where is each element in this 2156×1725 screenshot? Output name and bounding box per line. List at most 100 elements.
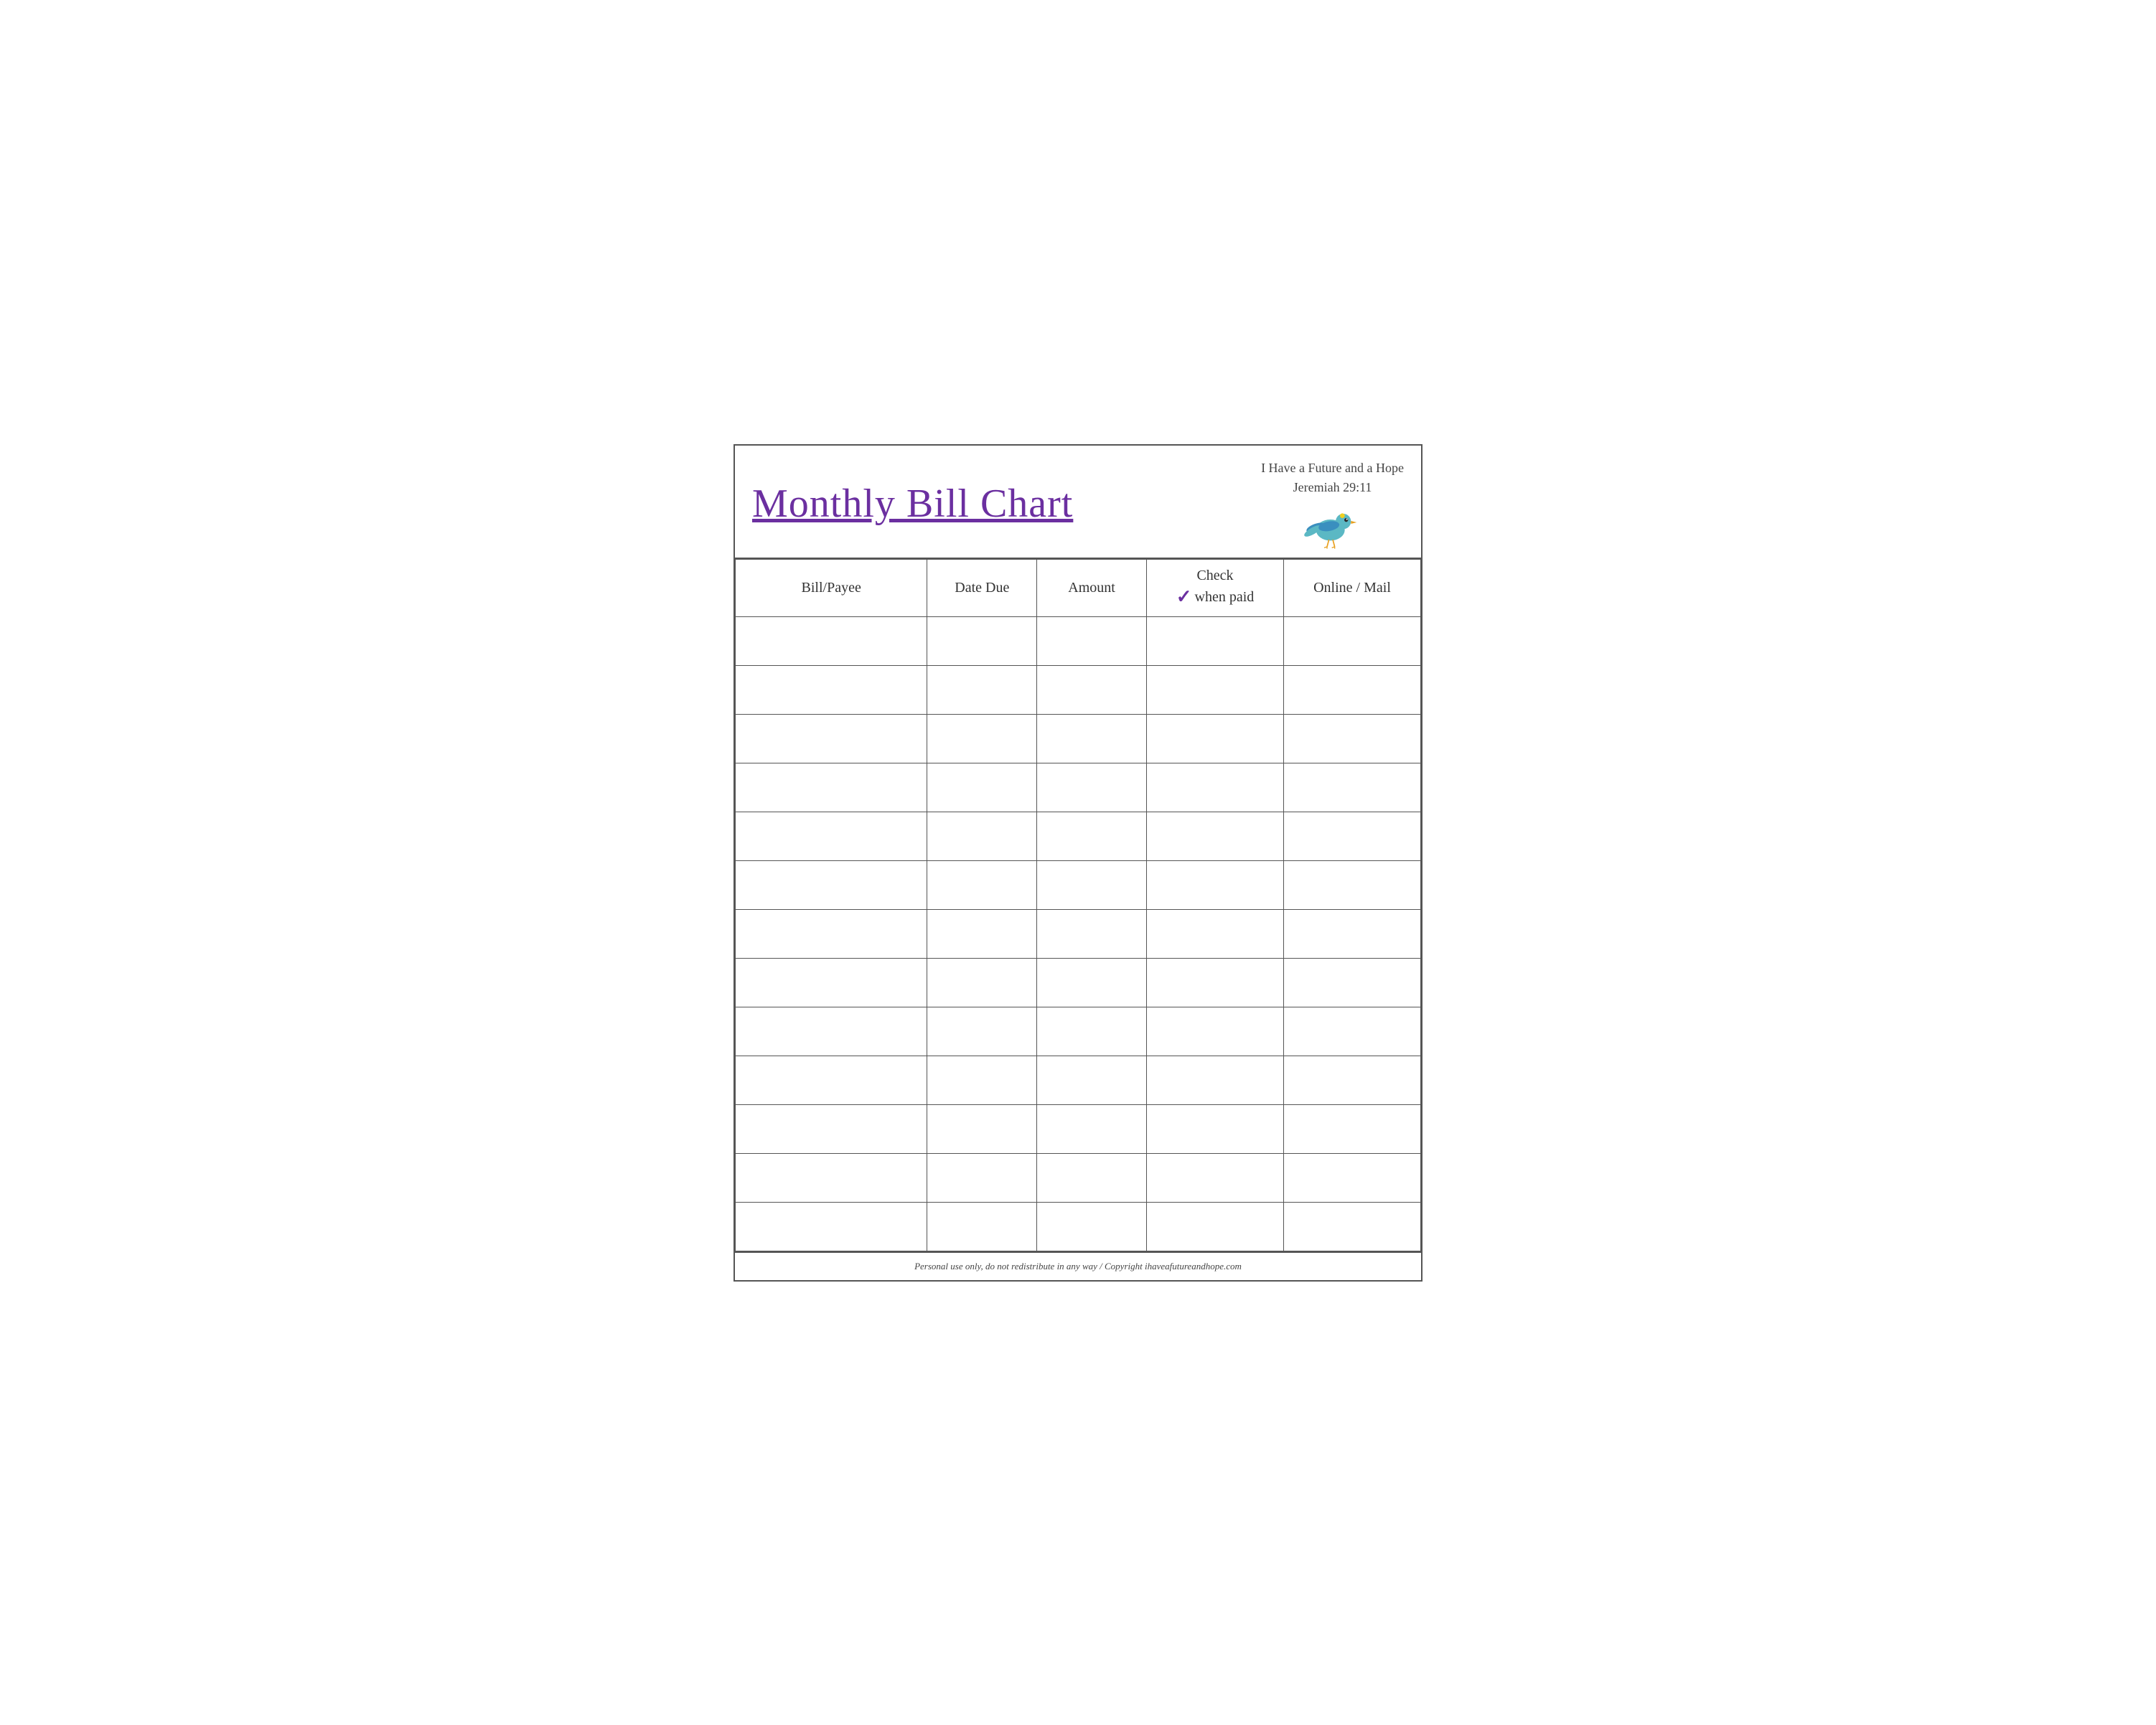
bird-container xyxy=(1304,500,1361,550)
table-cell xyxy=(1283,958,1420,1007)
table-cell xyxy=(736,1056,927,1104)
table-cell xyxy=(736,1007,927,1056)
table-cell xyxy=(1037,763,1147,812)
table-row xyxy=(736,763,1421,812)
table-cell xyxy=(927,860,1037,909)
check-label-bottom: when paid xyxy=(1195,588,1255,606)
scripture-text: I Have a Future and a Hope Jeremiah 29:1… xyxy=(1261,459,1404,497)
table-cell xyxy=(1283,1153,1420,1202)
table-cell xyxy=(1146,860,1283,909)
table-cell xyxy=(927,714,1037,763)
col-header-check: Check ✓ when paid xyxy=(1146,559,1283,616)
right-header: I Have a Future and a Hope Jeremiah 29:1… xyxy=(1261,459,1404,550)
table-cell xyxy=(736,909,927,958)
table-row xyxy=(736,812,1421,860)
page: Monthly Bill Chart I Have a Future and a… xyxy=(733,444,1423,1282)
table-cell xyxy=(927,812,1037,860)
table-row xyxy=(736,1202,1421,1251)
table-cell xyxy=(736,958,927,1007)
table-cell xyxy=(927,958,1037,1007)
table-cell xyxy=(736,860,927,909)
table-cell xyxy=(736,812,927,860)
table-cell xyxy=(1146,763,1283,812)
check-header-content: Check ✓ when paid xyxy=(1147,566,1283,609)
table-cell xyxy=(1037,1202,1147,1251)
table-row xyxy=(736,1153,1421,1202)
table-cell xyxy=(927,665,1037,714)
table-cell xyxy=(1037,1056,1147,1104)
table-cell xyxy=(1146,1104,1283,1153)
table-cell xyxy=(736,616,927,665)
main-title: Monthly Bill Chart xyxy=(752,482,1073,527)
table-cell xyxy=(927,1104,1037,1153)
table-wrapper: Bill/Payee Date Due Amount Check ✓ w xyxy=(735,559,1421,1251)
table-cell xyxy=(927,1007,1037,1056)
table-cell xyxy=(927,1056,1037,1104)
col-header-amount: Amount xyxy=(1037,559,1147,616)
table-row xyxy=(736,714,1421,763)
table-cell xyxy=(1037,1104,1147,1153)
table-cell xyxy=(1037,1007,1147,1056)
table-cell xyxy=(1283,909,1420,958)
table-cell xyxy=(1037,860,1147,909)
table-row xyxy=(736,665,1421,714)
table-cell xyxy=(1037,909,1147,958)
table-cell xyxy=(1283,1007,1420,1056)
scripture-line2: Jeremiah 29:11 xyxy=(1293,480,1372,494)
check-top-row: ✓ when paid xyxy=(1176,585,1255,609)
table-cell xyxy=(1146,665,1283,714)
table-cell xyxy=(736,763,927,812)
bill-table: Bill/Payee Date Due Amount Check ✓ w xyxy=(735,559,1421,1251)
table-body xyxy=(736,616,1421,1251)
table-cell xyxy=(1037,1153,1147,1202)
table-cell xyxy=(1283,665,1420,714)
table-cell xyxy=(736,1104,927,1153)
scripture-line1: I Have a Future and a Hope xyxy=(1261,461,1404,475)
table-row xyxy=(736,958,1421,1007)
table-cell xyxy=(1146,1056,1283,1104)
col-header-date: Date Due xyxy=(927,559,1037,616)
table-cell xyxy=(736,1202,927,1251)
table-cell xyxy=(1146,1202,1283,1251)
table-row xyxy=(736,1007,1421,1056)
table-cell xyxy=(1283,860,1420,909)
table-cell xyxy=(927,616,1037,665)
table-cell xyxy=(1283,616,1420,665)
table-cell xyxy=(1283,763,1420,812)
table-cell xyxy=(1146,616,1283,665)
table-cell xyxy=(927,763,1037,812)
table-cell xyxy=(927,909,1037,958)
table-cell xyxy=(1146,812,1283,860)
footer: Personal use only, do not redistribute i… xyxy=(735,1251,1421,1280)
table-cell xyxy=(927,1153,1037,1202)
table-cell xyxy=(1037,616,1147,665)
header: Monthly Bill Chart I Have a Future and a… xyxy=(735,446,1421,559)
table-cell xyxy=(1146,909,1283,958)
table-cell xyxy=(1037,714,1147,763)
table-cell xyxy=(927,1202,1037,1251)
table-row xyxy=(736,616,1421,665)
table-row xyxy=(736,1056,1421,1104)
table-row xyxy=(736,909,1421,958)
table-cell xyxy=(1283,1104,1420,1153)
table-cell xyxy=(1146,1153,1283,1202)
table-cell xyxy=(736,1153,927,1202)
table-cell xyxy=(1146,1007,1283,1056)
table-cell xyxy=(736,714,927,763)
table-cell xyxy=(1146,958,1283,1007)
table-cell xyxy=(1283,1202,1420,1251)
table-cell xyxy=(1037,958,1147,1007)
table-cell xyxy=(1283,812,1420,860)
table-cell xyxy=(1037,665,1147,714)
table-row xyxy=(736,1104,1421,1153)
table-header-row: Bill/Payee Date Due Amount Check ✓ w xyxy=(736,559,1421,616)
checkmark-icon: ✓ xyxy=(1176,585,1192,609)
col-header-bill: Bill/Payee xyxy=(736,559,927,616)
table-row xyxy=(736,860,1421,909)
table-cell xyxy=(1037,812,1147,860)
check-label-top: Check xyxy=(1196,566,1233,585)
table-cell xyxy=(1146,714,1283,763)
col-header-online: Online / Mail xyxy=(1283,559,1420,616)
table-cell xyxy=(1283,714,1420,763)
bird-icon xyxy=(1304,500,1361,550)
